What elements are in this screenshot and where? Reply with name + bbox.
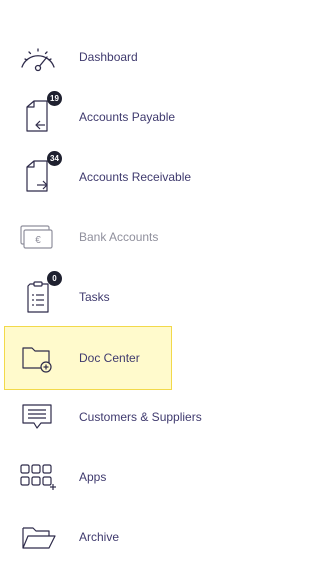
sidebar-item-label: Accounts Payable xyxy=(79,110,176,124)
sidebar-item-label: Tasks xyxy=(79,290,110,304)
sidebar-item-customers-suppliers[interactable]: Customers & Suppliers xyxy=(4,385,202,449)
chat-list-icon xyxy=(18,397,58,437)
sidebar-item-label: Accounts Receivable xyxy=(79,170,192,184)
open-folder-icon xyxy=(18,517,58,557)
sidebar-item-bank-accounts[interactable]: € Bank Accounts xyxy=(4,205,172,269)
sidebar-item-dashboard[interactable]: Dashboard xyxy=(4,25,172,89)
apps-grid-icon xyxy=(18,457,58,497)
count-badge: 0 xyxy=(47,271,62,286)
sidebar-item-accounts-receivable[interactable]: 34 Accounts Receivable xyxy=(4,145,191,209)
sidebar-item-label: Customers & Suppliers xyxy=(79,410,202,424)
folder-add-icon xyxy=(18,338,58,378)
count-badge: 34 xyxy=(47,151,62,166)
sidebar-item-label: Bank Accounts xyxy=(79,230,159,244)
sidebar-item-label: Archive xyxy=(79,530,120,544)
sidebar-item-label: Doc Center xyxy=(79,351,140,365)
sidebar-item-label: Apps xyxy=(79,470,107,484)
gauge-icon xyxy=(18,37,58,77)
sidebar-item-archive[interactable]: Archive xyxy=(4,505,172,569)
svg-text:€: € xyxy=(35,235,41,246)
sidebar-item-label: Dashboard xyxy=(79,50,138,64)
sidebar-item-tasks[interactable]: 0 Tasks xyxy=(4,265,172,329)
sidebar-nav: Dashboard 19 Accounts Payable 34 Account… xyxy=(0,0,240,573)
sidebar-item-apps[interactable]: Apps xyxy=(4,445,172,509)
euro-cards-icon: € xyxy=(18,217,58,257)
sidebar-item-doc-center[interactable]: Doc Center xyxy=(4,326,172,390)
count-badge: 19 xyxy=(47,91,62,106)
sidebar-item-accounts-payable[interactable]: 19 Accounts Payable xyxy=(4,85,176,149)
